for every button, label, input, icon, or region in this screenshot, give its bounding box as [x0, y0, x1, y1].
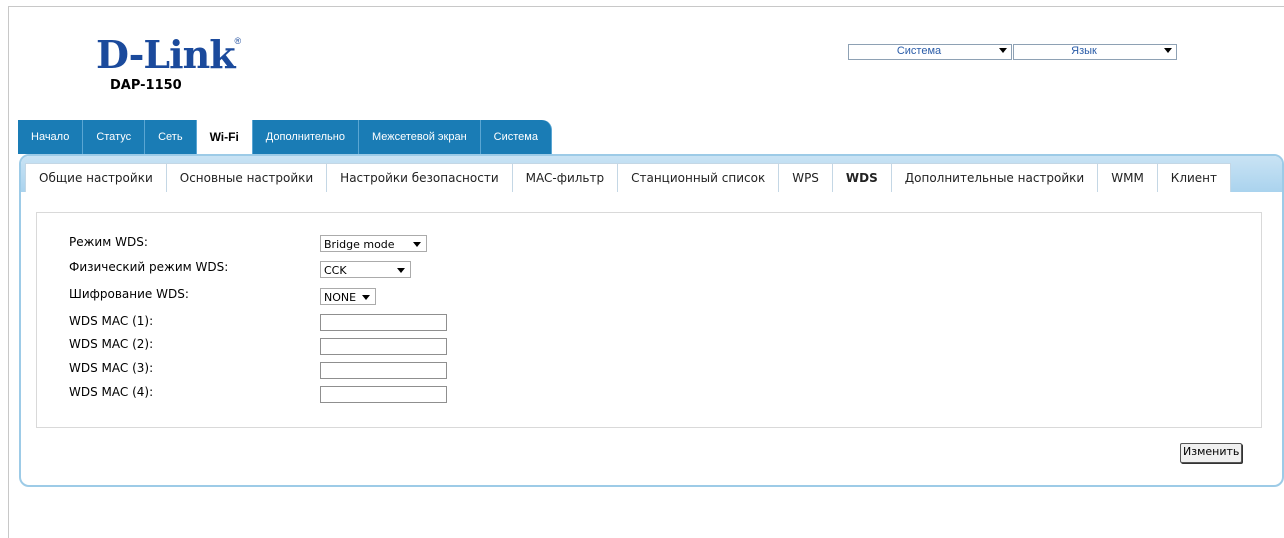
- tab-status[interactable]: Статус: [83, 120, 146, 154]
- chevron-down-icon: [397, 268, 405, 273]
- chevron-down-icon: [413, 242, 421, 247]
- chevron-down-icon: [1164, 48, 1172, 53]
- model-name: DAP-1150: [110, 78, 182, 93]
- wds-mac1-input[interactable]: [320, 314, 447, 331]
- language-select[interactable]: Язык: [1013, 44, 1177, 60]
- wds-mac2-input[interactable]: [320, 338, 447, 355]
- phy-mode-value: CCK: [324, 264, 347, 277]
- wds-mac3-label: WDS MAC (3):: [69, 361, 154, 375]
- subtab-general[interactable]: Общие настройки: [25, 163, 167, 192]
- wds-mac4-label: WDS MAC (4):: [69, 385, 154, 399]
- wds-mode-value: Bridge mode: [324, 238, 395, 251]
- wds-mode-select[interactable]: Bridge mode: [320, 235, 427, 252]
- system-select[interactable]: Система: [848, 44, 1012, 60]
- system-select-value: Система: [896, 45, 942, 57]
- subtab-advanced-settings[interactable]: Дополнительные настройки: [891, 163, 1099, 192]
- wds-mac1-label: WDS MAC (1):: [69, 314, 154, 328]
- wds-mac3-input[interactable]: [320, 362, 447, 379]
- tab-network[interactable]: Сеть: [145, 120, 197, 154]
- main-nav-tabs: Начало Статус Сеть Wi-Fi Дополнительно М…: [18, 120, 552, 154]
- subtab-basic[interactable]: Основные настройки: [166, 163, 328, 192]
- subtab-mac-filter[interactable]: MAC-фильтр: [512, 163, 619, 192]
- encryption-label: Шифрование WDS:: [69, 287, 189, 301]
- phy-mode-select[interactable]: CCK: [320, 261, 411, 278]
- sub-nav-tabs: Общие настройки Основные настройки Настр…: [25, 163, 1232, 192]
- logo-registered-mark: ®: [234, 36, 242, 46]
- wds-settings-box: Режим WDS: Bridge mode Физический режим …: [36, 212, 1262, 428]
- phy-mode-label: Физический режим WDS:: [69, 260, 229, 274]
- language-select-value: Язык: [1071, 45, 1097, 57]
- subtab-wds[interactable]: WDS: [832, 163, 892, 192]
- tab-wifi[interactable]: Wi-Fi: [196, 120, 253, 154]
- chevron-down-icon: [999, 48, 1007, 53]
- logo-text: D-Link: [96, 32, 236, 77]
- content-panel: Общие настройки Основные настройки Настр…: [19, 154, 1284, 487]
- subtab-wps[interactable]: WPS: [779, 163, 833, 192]
- wds-mac2-label: WDS MAC (2):: [69, 337, 154, 351]
- wds-mode-label: Режим WDS:: [69, 235, 148, 249]
- encryption-value: NONE: [324, 291, 357, 304]
- tab-advanced[interactable]: Дополнительно: [252, 120, 359, 154]
- tab-start[interactable]: Начало: [18, 120, 84, 154]
- apply-button[interactable]: Изменить: [1180, 443, 1243, 463]
- subtab-client[interactable]: Клиент: [1157, 163, 1232, 192]
- tab-firewall[interactable]: Межсетевой экран: [358, 120, 481, 154]
- tab-system[interactable]: Система: [480, 120, 552, 154]
- subtab-wmm[interactable]: WMM: [1098, 163, 1158, 192]
- dlink-logo: D-Link®: [96, 36, 241, 74]
- subtab-security[interactable]: Настройки безопасности: [327, 163, 513, 192]
- wds-mac4-input[interactable]: [320, 386, 447, 403]
- chevron-down-icon: [362, 295, 370, 300]
- encryption-select[interactable]: NONE: [320, 288, 376, 305]
- subtab-station-list[interactable]: Станционный список: [618, 163, 780, 192]
